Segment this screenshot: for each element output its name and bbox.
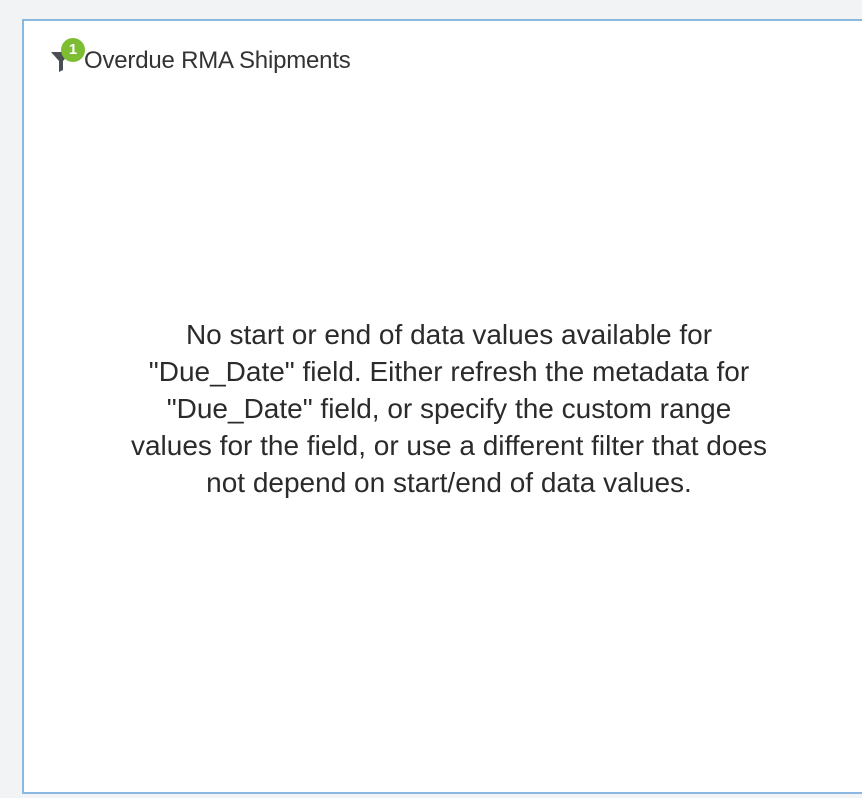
widget-panel: 1 Overdue RMA Shipments No start or end … xyxy=(22,19,862,794)
widget-header: 1 Overdue RMA Shipments xyxy=(50,38,351,75)
filter-count-badge: 1 xyxy=(61,38,85,62)
widget-title: Overdue RMA Shipments xyxy=(84,47,351,74)
filter-button[interactable]: 1 xyxy=(50,38,85,72)
no-data-message: No start or end of data values available… xyxy=(130,319,768,498)
